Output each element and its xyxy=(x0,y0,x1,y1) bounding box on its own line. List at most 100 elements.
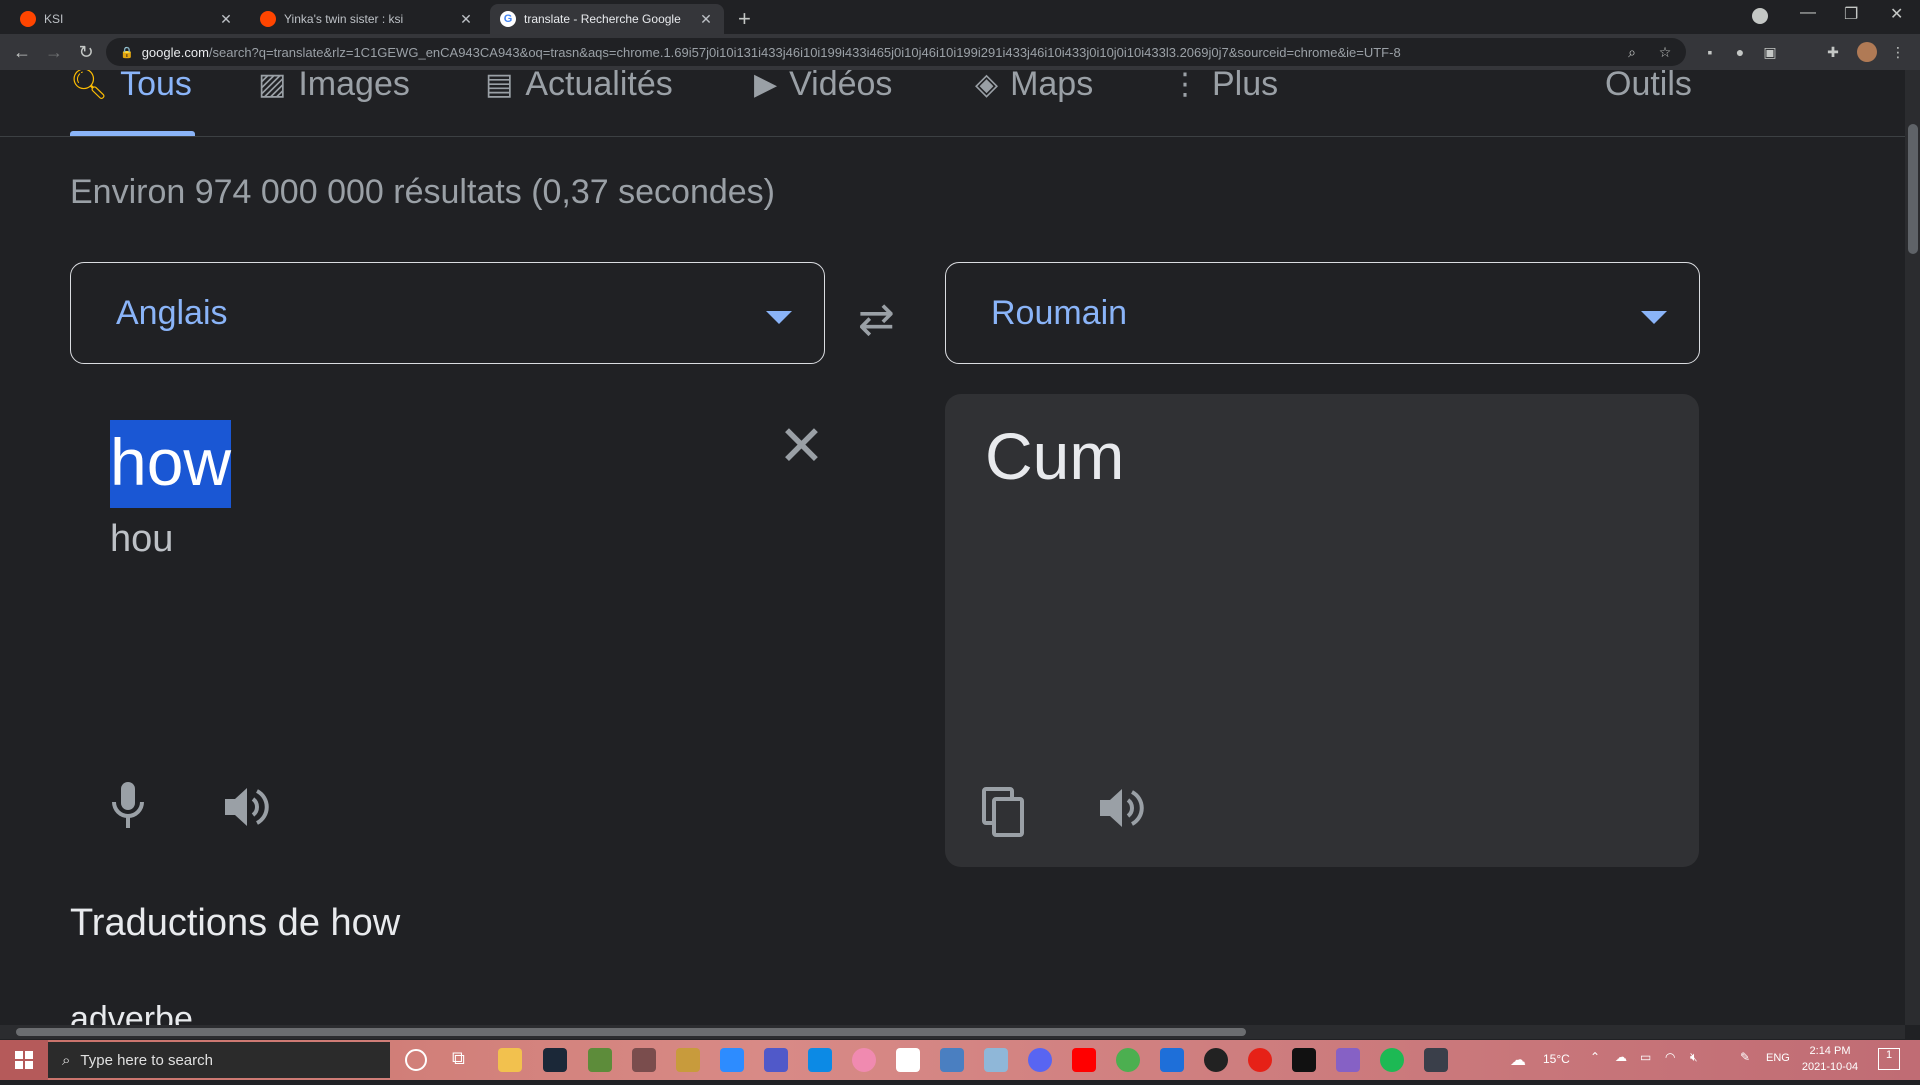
chevron-down-icon xyxy=(766,311,792,324)
source-text-input[interactable]: how xyxy=(110,420,232,508)
app-icon[interactable] xyxy=(896,1048,920,1072)
close-icon[interactable]: ✕ xyxy=(218,11,234,28)
avatar[interactable] xyxy=(1857,42,1877,62)
tab-translate[interactable]: G translate - Recherche Google ✕ xyxy=(490,4,724,34)
extension-icon[interactable]: ▣ xyxy=(1760,42,1780,62)
tab-search-icon[interactable] xyxy=(1752,8,1768,24)
zoom-icon[interactable]: ⌕ xyxy=(1622,42,1642,62)
netflix-icon[interactable] xyxy=(1292,1048,1316,1072)
tab-label: Vidéos xyxy=(789,70,893,103)
back-icon[interactable]: ← xyxy=(10,40,34,64)
lock-icon: 🔒 xyxy=(120,46,134,59)
reload-icon[interactable]: ↻ xyxy=(74,40,98,64)
tab-images[interactable]: ▨ Images xyxy=(258,70,410,104)
more-icon: ⋮ xyxy=(1170,70,1200,101)
windows-start-icon[interactable] xyxy=(0,1040,48,1080)
app-icon[interactable] xyxy=(632,1048,656,1072)
tab-more[interactable]: ⋮ Plus xyxy=(1170,70,1278,104)
osu-icon[interactable] xyxy=(852,1048,876,1072)
speaker-icon[interactable] xyxy=(223,785,271,834)
swap-languages-icon[interactable]: ⇄ xyxy=(858,294,895,345)
volume-muted-icon[interactable]: 🔇︎ xyxy=(1690,1050,1698,1065)
tray-chevron-icon[interactable]: ⌃ xyxy=(1590,1050,1600,1064)
youtube-icon[interactable] xyxy=(1072,1048,1096,1072)
translated-text: Cum xyxy=(985,419,1125,493)
source-language-label: Anglais xyxy=(116,293,228,332)
tab-label: Maps xyxy=(1010,70,1094,103)
target-language-select[interactable]: Roumain xyxy=(945,262,1700,364)
video-icon: ▶ xyxy=(754,70,778,101)
tab-label: Actualités xyxy=(525,70,673,103)
tab-label: Plus xyxy=(1212,70,1279,103)
app-icon[interactable] xyxy=(1248,1048,1272,1072)
translations-heading: Traductions de how xyxy=(70,902,401,944)
tab-news[interactable]: ▤ Actualités xyxy=(485,70,673,104)
wifi-icon[interactable]: ◠ xyxy=(1665,1050,1675,1064)
map-pin-icon: ◈ xyxy=(975,70,999,101)
minecraft-icon[interactable] xyxy=(588,1048,612,1072)
vertical-scrollbar-thumb[interactable] xyxy=(1908,124,1918,254)
app-icon[interactable] xyxy=(1160,1048,1184,1072)
cortana-icon[interactable] xyxy=(405,1049,427,1071)
google-icon: G xyxy=(500,11,516,27)
tab-title: translate - Recherche Google xyxy=(524,12,681,26)
app-icon[interactable] xyxy=(1424,1048,1448,1072)
news-icon: ▤ xyxy=(485,70,514,101)
chrome-icon[interactable] xyxy=(1116,1048,1140,1072)
minimize-icon[interactable]: — xyxy=(1800,4,1816,22)
league-icon[interactable] xyxy=(676,1048,700,1072)
obs-icon[interactable] xyxy=(1204,1048,1228,1072)
copy-icon[interactable] xyxy=(980,787,1028,844)
source-language-select[interactable]: Anglais xyxy=(70,262,825,364)
address-bar[interactable]: 🔒 google.com /search?q=translate&rlz=1C1… xyxy=(106,38,1686,66)
extension-icon[interactable]: ▪ xyxy=(1700,42,1720,62)
app-icon[interactable] xyxy=(940,1048,964,1072)
notifications-icon[interactable]: 1 xyxy=(1878,1048,1900,1070)
forward-icon[interactable]: → xyxy=(42,40,66,64)
new-tab-button[interactable]: + xyxy=(738,6,751,32)
weather-temperature[interactable]: 15°C xyxy=(1543,1052,1570,1066)
discord-icon[interactable] xyxy=(1028,1048,1052,1072)
translation-output-panel: Cum xyxy=(945,394,1699,867)
bookmark-star-icon[interactable]: ☆ xyxy=(1655,42,1675,62)
language-indicator[interactable]: ENG xyxy=(1766,1052,1790,1064)
app-icon[interactable] xyxy=(984,1048,1008,1072)
teams-icon[interactable] xyxy=(764,1048,788,1072)
tab-title: KSI xyxy=(44,12,64,26)
tab-all[interactable]: 🔍︎ Tous xyxy=(70,70,192,104)
close-window-icon[interactable]: ✕ xyxy=(1890,4,1903,24)
zoom-icon[interactable] xyxy=(720,1048,744,1072)
clock[interactable]: 2:14 PM 2021-10-04 xyxy=(1800,1043,1860,1075)
tab-ksi[interactable]: KSI ✕ xyxy=(10,4,244,34)
edge-icon[interactable] xyxy=(808,1048,832,1072)
battery-icon[interactable]: ▭ xyxy=(1640,1050,1651,1064)
speaker-icon[interactable] xyxy=(1098,786,1146,835)
microphone-icon[interactable] xyxy=(108,780,148,837)
reddit-icon xyxy=(260,11,276,27)
tools-button[interactable]: Outils xyxy=(1605,70,1692,104)
clear-icon[interactable]: ✕ xyxy=(778,413,825,479)
file-explorer-icon[interactable] xyxy=(498,1048,522,1072)
task-view-icon[interactable]: ⧉ xyxy=(452,1048,465,1069)
horizontal-scrollbar-thumb[interactable] xyxy=(16,1028,1246,1036)
tab-yinka[interactable]: Yinka's twin sister : ksi ✕ xyxy=(250,4,484,34)
menu-icon[interactable]: ⋮ xyxy=(1888,42,1908,62)
extensions-puzzle-icon[interactable]: ✚ xyxy=(1823,42,1843,62)
visual-studio-icon[interactable] xyxy=(1336,1048,1360,1072)
restore-icon[interactable]: ❐ xyxy=(1844,4,1858,24)
tab-label: Tous xyxy=(120,70,192,103)
onedrive-icon[interactable]: ☁ xyxy=(1615,1050,1627,1064)
extension-icon[interactable]: ● xyxy=(1730,42,1750,62)
close-icon[interactable]: ✕ xyxy=(458,11,474,28)
pen-icon[interactable]: ✎ xyxy=(1740,1050,1750,1064)
part-of-speech-label: adverbe xyxy=(70,1000,193,1025)
spotify-icon[interactable] xyxy=(1380,1048,1404,1072)
close-icon[interactable]: ✕ xyxy=(698,11,714,28)
weather-icon[interactable]: ☁ xyxy=(1510,1050,1526,1070)
search-icon: 🔍︎ xyxy=(70,70,109,101)
tab-label: Images xyxy=(298,70,410,103)
tab-maps[interactable]: ◈ Maps xyxy=(975,70,1093,104)
steam-icon[interactable] xyxy=(543,1048,567,1072)
taskbar-search-box[interactable]: ⌕ Type here to search xyxy=(48,1042,390,1078)
tab-videos[interactable]: ▶ Vidéos xyxy=(754,70,892,104)
